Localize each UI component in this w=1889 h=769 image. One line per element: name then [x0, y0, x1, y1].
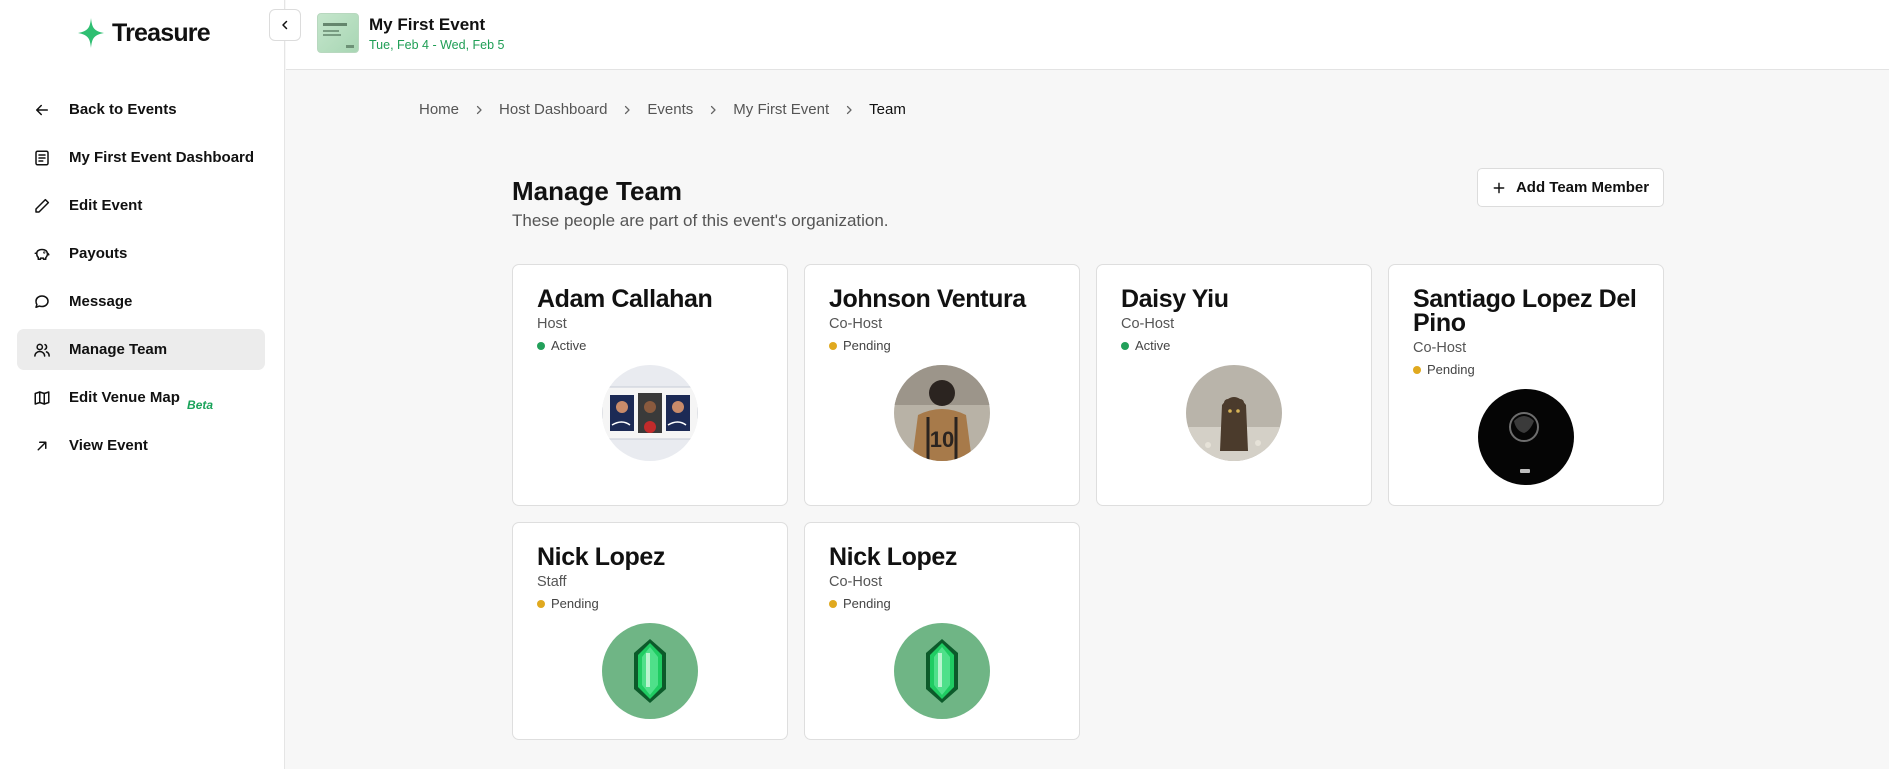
status-label: Pending	[843, 596, 891, 611]
sidebar-item-label: Edit Event	[69, 197, 143, 214]
member-role: Staff	[537, 574, 567, 590]
chevron-right-icon	[473, 104, 485, 116]
sidebar-item-label: Edit Venue Map	[69, 389, 180, 406]
status-badge: Pending	[1413, 362, 1639, 377]
sidebar-item-manage-team[interactable]: Manage Team	[17, 329, 265, 370]
member-role: Host	[537, 316, 567, 332]
sidebar-item-label: Manage Team	[69, 341, 168, 358]
add-team-member-button[interactable]: Add Team Member	[1477, 168, 1664, 207]
event-title: My First Event	[369, 15, 486, 34]
plus-icon	[1493, 182, 1505, 193]
member-role: Co-Host	[1413, 340, 1467, 356]
sidebar-item-label: Message	[69, 293, 133, 310]
avatar	[1186, 365, 1282, 461]
member-name: Nick Lopez	[829, 543, 957, 571]
page-subtitle: These people are part of this event's or…	[512, 211, 889, 230]
page-title: Manage Team	[512, 176, 683, 206]
member-name: Johnson Ventura	[829, 285, 1026, 313]
sparkle-logo-icon	[78, 18, 104, 48]
status-label: Pending	[1427, 362, 1475, 377]
sidebar-item-label: My First Event Dashboard	[69, 149, 255, 166]
status-label: Pending	[551, 596, 599, 611]
add-team-member-label: Add Team Member	[1515, 179, 1650, 196]
breadcrumb: Home Host Dashboard Events My First Even…	[419, 101, 906, 118]
chevron-right-icon	[707, 104, 719, 116]
status-label: Active	[1135, 338, 1171, 353]
status-badge: Pending	[829, 338, 1055, 353]
chevron-left-icon	[282, 20, 288, 30]
chevron-right-icon	[843, 104, 855, 116]
team-member-card[interactable]: Nick Lopez Staff Pending	[512, 522, 788, 740]
chevron-right-icon	[621, 104, 633, 116]
status-dot-icon	[829, 599, 837, 608]
status-dot-icon	[829, 341, 837, 350]
sidebar-item-dashboard[interactable]: My First Event Dashboard	[17, 137, 265, 178]
breadcrumb-event[interactable]: My First Event	[733, 101, 829, 118]
app-name: Treasure	[112, 18, 211, 47]
breadcrumb-home[interactable]: Home	[419, 101, 459, 118]
breadcrumb-team: Team	[869, 101, 906, 118]
team-member-card[interactable]: Nick Lopez Co-Host Pending	[804, 522, 1080, 740]
message-icon	[32, 292, 52, 312]
team-member-card[interactable]: Johnson Ventura Co-Host Pending 10	[804, 264, 1080, 506]
users-icon	[32, 340, 52, 360]
status-dot-icon	[537, 341, 545, 350]
member-name: Daisy Yiu	[1121, 285, 1229, 313]
event-thumbnail[interactable]	[317, 13, 359, 53]
sidebar-item-message[interactable]: Message	[17, 281, 265, 322]
sidebar: Treasure Back to Events My First Event D…	[0, 0, 285, 769]
status-dot-icon	[1413, 365, 1421, 374]
sidebar-item-view-event[interactable]: View Event	[17, 425, 265, 466]
gem-avatar	[894, 623, 990, 719]
member-name: Nick Lopez	[537, 543, 665, 571]
status-label: Active	[551, 338, 587, 353]
sidebar-item-label: Payouts	[69, 245, 128, 262]
member-name: Adam Callahan	[537, 285, 713, 313]
breadcrumb-events[interactable]: Events	[647, 101, 693, 118]
avatar	[602, 365, 698, 461]
status-badge: Active	[537, 338, 763, 353]
avatar: 10	[894, 365, 990, 461]
pencil-icon	[32, 196, 52, 216]
status-label: Pending	[843, 338, 891, 353]
status-dot-icon	[537, 599, 545, 608]
status-badge: Active	[1121, 338, 1347, 353]
collapse-sidebar-button[interactable]	[269, 9, 301, 41]
treasure-logo[interactable]: Treasure	[78, 16, 211, 50]
event-header: My First Event Tue, Feb 4 - Wed, Feb 5	[286, 0, 1889, 70]
avatar	[1478, 389, 1574, 485]
event-dates: Tue, Feb 4 - Wed, Feb 5	[369, 38, 505, 52]
sidebar-nav: Back to Events My First Event Dashboard …	[17, 89, 265, 473]
breadcrumb-host-dashboard[interactable]: Host Dashboard	[499, 101, 607, 118]
beta-badge: Beta	[187, 398, 214, 412]
member-role: Co-Host	[829, 574, 883, 590]
team-member-card[interactable]: Santiago Lopez Del Pino Co-Host Pending	[1388, 264, 1664, 506]
status-dot-icon	[1121, 341, 1129, 350]
member-role: Co-Host	[829, 316, 883, 332]
map-icon	[32, 388, 52, 408]
svg-text:10: 10	[930, 427, 954, 452]
sidebar-item-edit-venue-map[interactable]: Edit Venue Map Beta	[17, 377, 265, 418]
gem-avatar	[602, 623, 698, 719]
member-name: Santiago Lopez Del Pino	[1413, 285, 1637, 337]
sidebar-item-label: Back to Events	[69, 101, 177, 118]
dashboard-icon	[32, 148, 52, 168]
member-role: Co-Host	[1121, 316, 1175, 332]
sidebar-item-edit-event[interactable]: Edit Event	[17, 185, 265, 226]
sidebar-item-label: View Event	[69, 437, 148, 454]
sidebar-item-back-to-events[interactable]: Back to Events	[17, 89, 265, 130]
status-badge: Pending	[537, 596, 763, 611]
team-member-card[interactable]: Daisy Yiu Co-Host Active	[1096, 264, 1372, 506]
arrow-up-right-icon	[32, 436, 52, 456]
sidebar-item-payouts[interactable]: Payouts	[17, 233, 265, 274]
piggy-bank-icon	[32, 244, 52, 264]
status-badge: Pending	[829, 596, 1055, 611]
arrow-left-icon	[32, 100, 52, 120]
team-member-card[interactable]: Adam Callahan Host Active	[512, 264, 788, 506]
